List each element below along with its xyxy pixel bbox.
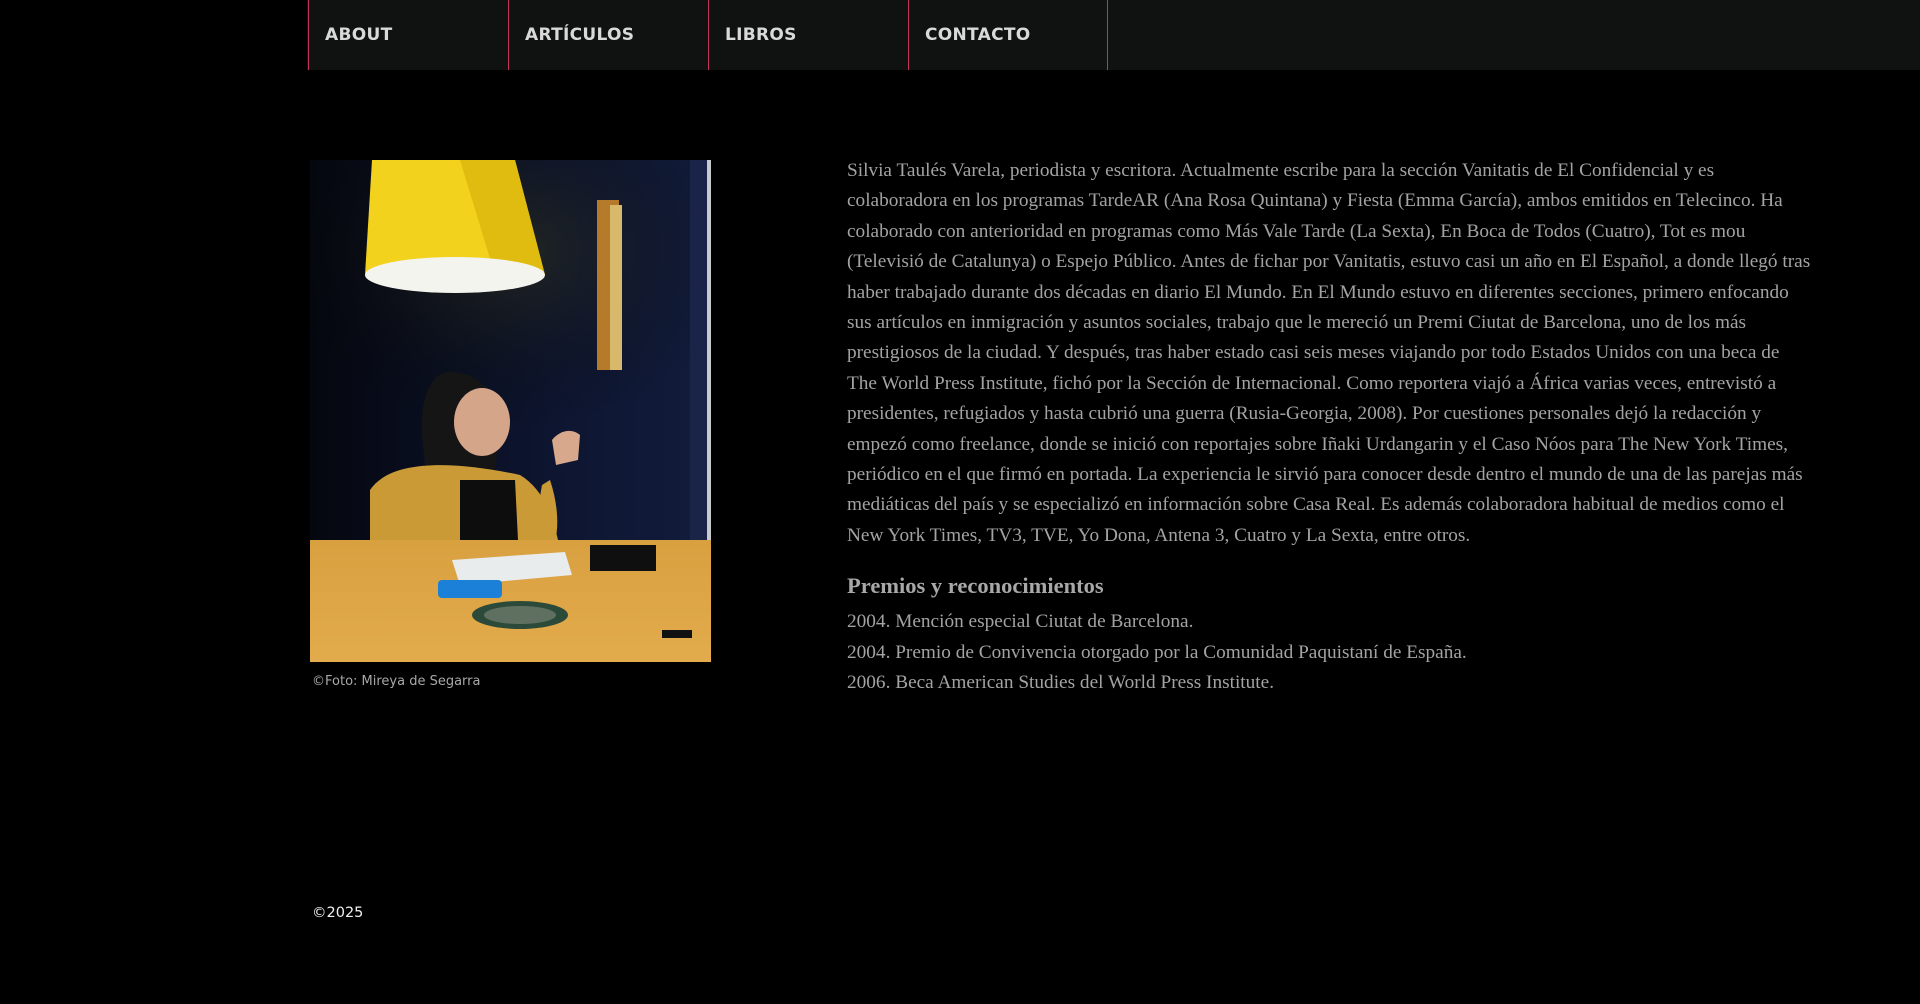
award-item: 2004. Premio de Convivencia otorgado por…	[847, 641, 1467, 663]
photo-caption: ©Foto: Mireya de Segarra	[312, 674, 481, 689]
awards-list: 2004. Mención especial Ciutat de Barcelo…	[847, 607, 1467, 699]
bio-paragraph: Silvia Taulés Varela, periodista y escri…	[847, 160, 1811, 546]
awards-heading: Premios y reconocimientos	[847, 573, 1104, 598]
nav-item-articulos[interactable]: ARTÍCULOS	[508, 0, 708, 70]
nav-item-about[interactable]: ABOUT	[308, 0, 508, 70]
award-item: 2006. Beca American Studies del World Pr…	[847, 672, 1275, 693]
top-navbar: ABOUT ARTÍCULOS LIBROS CONTACTO	[0, 0, 1920, 70]
author-photo-illustration	[310, 160, 711, 662]
author-photo	[310, 160, 711, 662]
nav-item-libros[interactable]: LIBROS	[708, 0, 908, 70]
nav-item-contacto[interactable]: CONTACTO	[908, 0, 1108, 70]
footer-copyright: ©2025	[312, 905, 364, 921]
award-item: 2004. Mención especial Ciutat de Barcelo…	[847, 611, 1194, 632]
